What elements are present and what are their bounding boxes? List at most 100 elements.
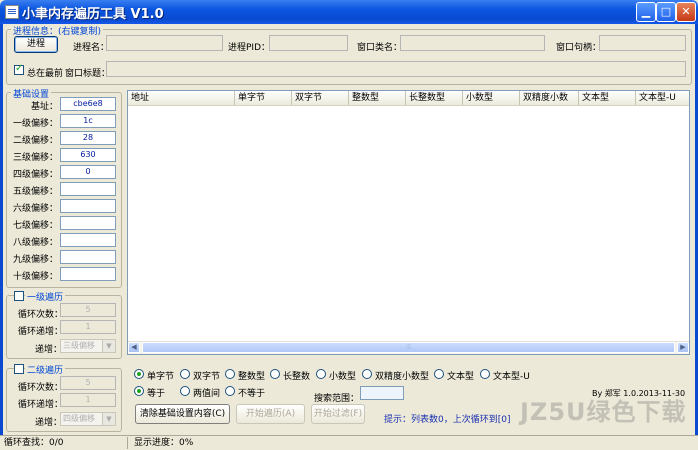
base-offset-label: 四级偏移：	[12, 170, 58, 180]
app-icon[interactable]	[5, 5, 19, 19]
base-offset-field[interactable]	[60, 182, 116, 196]
loop2-count-field[interactable]: 5	[60, 376, 116, 390]
type-radios-radio[interactable]	[362, 369, 372, 379]
chevron-down-icon[interactable]: ▼	[102, 340, 115, 352]
base-offset-field[interactable]: 630	[60, 148, 116, 162]
window-handle-field[interactable]	[599, 35, 686, 51]
type-radios-label[interactable]: 长整数	[283, 369, 310, 382]
base-offset-field[interactable]	[60, 250, 116, 264]
type-radios-label[interactable]: 双精度小数型	[375, 369, 429, 382]
window-class-label: 窗口类名：	[357, 43, 403, 53]
compare-radios-radio[interactable]	[134, 386, 144, 396]
type-radios-radio[interactable]	[270, 369, 280, 379]
type-radios-radio[interactable]	[225, 369, 235, 379]
compare-radios-radio[interactable]	[225, 386, 235, 396]
base-offset-label: 六级偏移：	[12, 204, 58, 214]
process-name-field[interactable]	[106, 35, 223, 51]
loop1-step-field[interactable]: 1	[60, 320, 116, 334]
column-header[interactable]: 单字节	[235, 91, 292, 105]
loop2-step-value: 1	[85, 395, 91, 404]
base-offset-field[interactable]	[60, 267, 116, 281]
compare-radios-radio[interactable]	[180, 386, 190, 396]
window-class-field[interactable]	[400, 35, 545, 51]
base-offset-value: 1c	[83, 116, 93, 125]
scroll-left-icon[interactable]: ◀	[128, 342, 140, 353]
watermark: JZ5U绿色下载	[520, 398, 687, 426]
progress-status: 显示进度：0%	[134, 438, 194, 448]
close-button[interactable]: ✕	[676, 2, 696, 22]
type-radios-label[interactable]: 文本型	[447, 369, 474, 382]
loop2-inc-value: 四级偏移	[63, 414, 95, 423]
window-title-label: 窗口标题：	[65, 69, 111, 79]
type-radios-radio[interactable]	[180, 369, 190, 379]
type-radios-label[interactable]: 整数型	[238, 369, 265, 382]
loop1-inc-label: 递增：	[35, 345, 63, 355]
type-radios-label[interactable]: 双字节	[193, 369, 220, 382]
loop2-count-label: 循环次数：	[18, 383, 64, 393]
search-range-field[interactable]	[360, 386, 404, 400]
base-offset-value: 0	[85, 167, 91, 176]
minimize-button[interactable]: ▁	[636, 2, 656, 22]
loop1-inc-combo[interactable]: 三级偏移 ▼	[60, 339, 116, 353]
loop2-count-value: 5	[85, 378, 91, 387]
always-on-top-checkbox[interactable]	[14, 63, 24, 75]
column-header[interactable]: 小数型	[463, 91, 520, 105]
type-radios-label[interactable]: 文本型-U	[493, 369, 530, 382]
search-range-label: 搜索范围：	[314, 394, 360, 404]
process-button[interactable]: 进程	[14, 36, 58, 53]
base-offset-field[interactable]: cbe6e8	[60, 97, 116, 111]
start-loop-button[interactable]: 开始遍历(A)	[236, 404, 305, 424]
horizontal-scrollbar[interactable]: ◀ ⦙⦙⦙ ▶	[128, 341, 689, 354]
base-offset-field[interactable]	[60, 233, 116, 247]
loop2-inc-combo[interactable]: 四级偏移 ▼	[60, 412, 116, 426]
compare-radios-label[interactable]: 不等于	[238, 386, 265, 399]
type-radios-label[interactable]: 小数型	[329, 369, 356, 382]
base-offset-label: 九级偏移：	[12, 255, 58, 265]
compare-radios-label[interactable]: 两值间	[193, 386, 220, 399]
loop1-checkbox[interactable]	[14, 291, 24, 301]
always-on-top-label: 总在最前	[27, 69, 64, 79]
base-offset-label: 二级偏移：	[12, 136, 58, 146]
loop2-step-field[interactable]: 1	[60, 393, 116, 407]
pid-field[interactable]	[269, 35, 348, 51]
loop1-count-field[interactable]: 5	[60, 303, 116, 317]
column-header[interactable]: 长整数型	[406, 91, 463, 105]
type-radios-radio[interactable]	[316, 369, 326, 379]
base-offset-label: 十级偏移：	[12, 272, 58, 282]
base-offset-label: 五级偏移：	[12, 187, 58, 197]
loop1-inc-value: 三级偏移	[63, 341, 95, 350]
scroll-thumb[interactable]: ⦙⦙⦙	[142, 342, 675, 353]
base-offset-field[interactable]	[60, 216, 116, 230]
type-radios-radio[interactable]	[134, 369, 144, 379]
base-offset-field[interactable]: 1c	[60, 114, 116, 128]
column-header[interactable]: 地址	[128, 91, 235, 105]
base-offset-field[interactable]	[60, 199, 116, 213]
window-handle-label: 窗口句柄：	[556, 43, 602, 53]
type-radios-radio[interactable]	[480, 369, 490, 379]
loop2-step-label: 循环递增：	[18, 400, 64, 410]
column-header[interactable]: 文本型	[579, 91, 636, 105]
loop1-step-value: 1	[85, 322, 91, 331]
loop1-count-value: 5	[85, 305, 91, 314]
window-title-field[interactable]	[106, 61, 686, 77]
clear-settings-button[interactable]: 清除基础设置内容(C)	[135, 404, 230, 424]
compare-radios-label[interactable]: 等于	[147, 386, 165, 399]
base-offset-field[interactable]: 0	[60, 165, 116, 179]
base-offset-label: 基址：	[30, 102, 58, 112]
type-radios-label[interactable]: 单字节	[147, 369, 174, 382]
column-header[interactable]: 文本型-U	[636, 91, 689, 105]
title-bar[interactable]: 小聿内存遍历工具 V1.0 ▁ □ ✕	[0, 0, 698, 24]
base-offset-field[interactable]: 28	[60, 131, 116, 145]
column-header[interactable]: 整数型	[349, 91, 406, 105]
base-offset-value: 630	[80, 150, 96, 159]
loop2-label: 二级遍历	[25, 363, 66, 376]
scroll-right-icon[interactable]: ▶	[677, 342, 689, 353]
chevron-down-icon[interactable]: ▼	[102, 413, 115, 425]
loop2-checkbox[interactable]	[14, 364, 24, 374]
column-header[interactable]: 双字节	[292, 91, 349, 105]
results-list[interactable]: 地址 单字节 双字节 整数型 长整数型 小数型 双精度小数 文本型 文本型-U ◀ ⦙⦙⦙ ▶	[127, 90, 690, 355]
column-header[interactable]: 双精度小数	[520, 91, 579, 105]
maximize-button[interactable]: □	[656, 2, 676, 22]
start-filter-button[interactable]: 开始过滤(F)	[311, 404, 365, 424]
type-radios-radio[interactable]	[434, 369, 444, 379]
